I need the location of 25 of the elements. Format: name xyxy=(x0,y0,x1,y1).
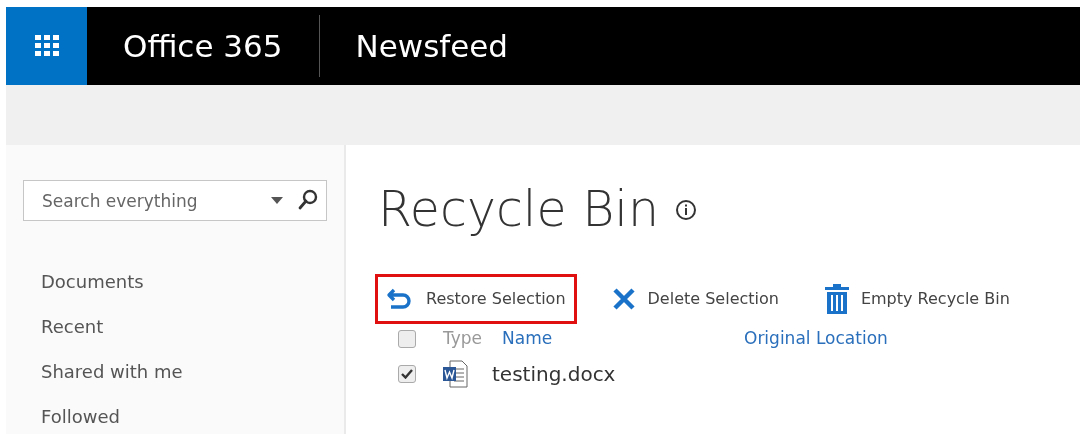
toolbar-button[interactable]: Empty Recycle Bin xyxy=(816,274,1018,324)
search-field[interactable]: Search everything xyxy=(23,180,327,221)
page-title: Recycle Bin xyxy=(378,185,659,234)
toolbar-button[interactable]: Restore Selection xyxy=(378,277,574,321)
suite-brand[interactable]: Office 365 xyxy=(123,22,283,70)
app-launcher-icon[interactable] xyxy=(6,7,87,85)
checkbox[interactable] xyxy=(398,365,416,383)
app-title: Newsfeed xyxy=(355,26,509,66)
trash-icon xyxy=(824,284,849,314)
file-name[interactable]: testing.docx xyxy=(492,359,616,389)
undo-arrow-icon xyxy=(386,287,414,311)
caret-icon[interactable] xyxy=(271,197,283,204)
word-document-icon xyxy=(442,360,468,388)
info-icon[interactable] xyxy=(674,198,697,221)
nav-link[interactable]: Shared with me xyxy=(23,349,327,394)
nav-link[interactable]: Followed xyxy=(23,394,327,434)
close-icon xyxy=(611,287,636,311)
toolbar-button[interactable]: Delete Selection xyxy=(603,277,787,321)
checkbox[interactable] xyxy=(398,330,416,348)
column-header[interactable]: Original Location xyxy=(744,328,888,349)
search-icon[interactable] xyxy=(298,189,318,211)
column-header[interactable]: Name xyxy=(502,328,553,349)
nav-link[interactable]: Documents xyxy=(23,259,327,304)
column-header: Type xyxy=(443,328,483,349)
nav-link[interactable]: Recent xyxy=(23,304,327,349)
